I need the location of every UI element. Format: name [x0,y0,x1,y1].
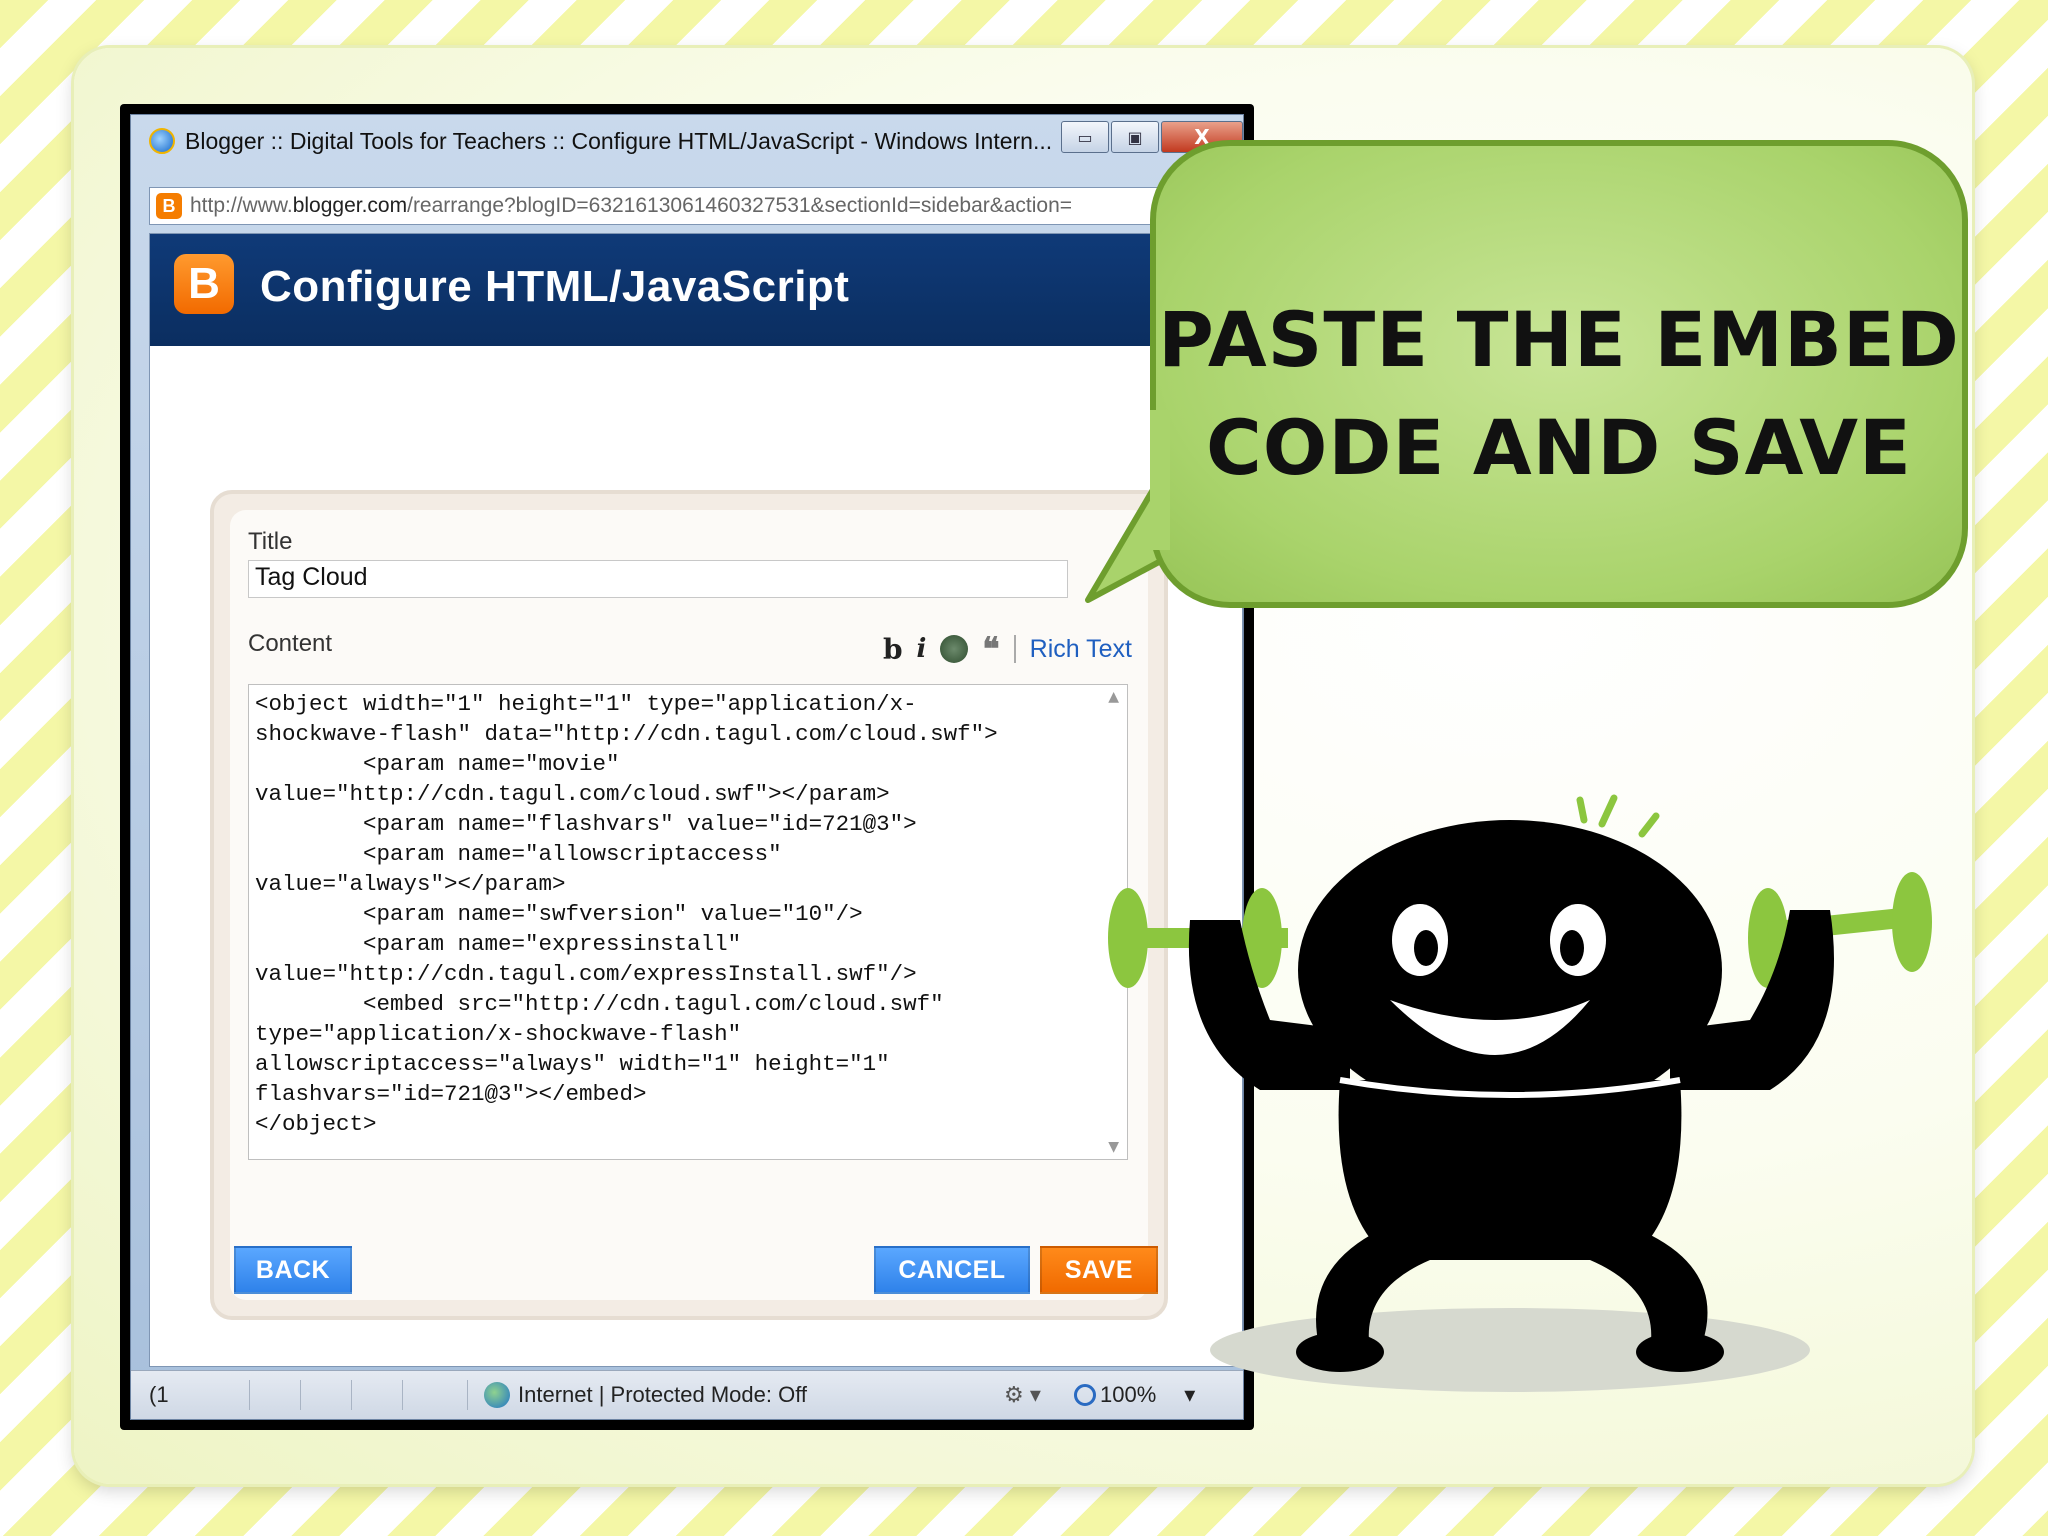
content-textarea[interactable]: <object width="1" height="1" type="appli… [248,684,1128,1160]
toolbar-divider [1013,635,1016,663]
callout-line-2: CODE AND SAVE [1206,403,1912,492]
dialog-title: Configure HTML/JavaScript [260,262,850,311]
browser-frame: Blogger :: Digital Tools for Teachers ::… [130,114,1244,1420]
security-zone-text: Internet | Protected Mode: Off [518,1382,808,1407]
link-icon[interactable] [940,635,969,663]
dialog-header: B Configure HTML/JavaScript ? [150,234,1242,346]
url-text[interactable]: http://www.blogger.com/rearrange?blogID=… [190,194,1072,218]
url-domain: blogger.com [292,194,408,217]
speech-bubble: PASTE THE EMBED CODE AND SAVE [1150,140,1968,608]
address-bar[interactable]: B http://www.blogger.com/rearrange?blogI… [149,187,1243,225]
back-button[interactable]: BACK [234,1246,352,1294]
cancel-button[interactable]: CANCEL [874,1246,1030,1294]
callout-text: PASTE THE EMBED CODE AND SAVE [1156,286,1962,502]
status-cell [301,1380,352,1410]
callout-line-1: PASTE THE EMBED [1158,295,1960,384]
status-text: (1 [149,1382,169,1407]
status-cell [250,1380,301,1410]
globe-icon [484,1382,510,1408]
blogger-favicon-icon: B [156,193,182,219]
status-bar: (1 Internet | Protected Mode: Off ⚙ ▾ 10… [131,1370,1243,1419]
minimize-button[interactable]: ▭ [1061,121,1109,153]
title-bar: Blogger :: Digital Tools for Teachers ::… [131,115,1243,167]
motion-lines [1576,794,1660,838]
title-label: Title [248,528,293,555]
blogger-logo-icon: B [174,254,234,314]
url-prefix: http://www. [190,194,293,217]
gadget-form-inner: Title Tag Cloud Content b i ❝ Rich Text … [230,510,1158,1300]
maximize-button[interactable]: ▣ [1111,121,1159,153]
status-cell [352,1380,403,1410]
embed-code: <object width="1" height="1" type="appli… [255,691,998,1137]
status-cell [189,1380,250,1410]
bold-button[interactable]: b [883,633,903,666]
protected-mode-icon[interactable]: ⚙ ▾ [1004,1382,1074,1408]
security-zone[interactable]: Internet | Protected Mode: Off [484,1382,1004,1408]
gadget-form: Title Tag Cloud Content b i ❝ Rich Text … [210,490,1168,1320]
internet-explorer-icon [149,128,175,154]
status-cell [403,1380,468,1410]
tail-seam [1150,410,1170,550]
editor-toolbar: b i ❝ Rich Text [883,630,1132,668]
url-path: /rearrange?blogID=6321613061460327531&se… [407,194,1073,217]
scroll-up-arrow-icon[interactable]: ▲ [1108,689,1119,705]
rich-text-link[interactable]: Rich Text [1030,635,1132,664]
title-input[interactable]: Tag Cloud [248,560,1068,598]
blockquote-button[interactable]: ❝ [982,630,999,668]
content-label: Content [248,630,333,657]
window-title: Blogger :: Digital Tools for Teachers ::… [185,127,1053,154]
browser-window: Blogger :: Digital Tools for Teachers ::… [120,104,1254,1430]
mascot-illustration [1108,794,1932,1392]
italic-button[interactable]: i [917,634,927,664]
